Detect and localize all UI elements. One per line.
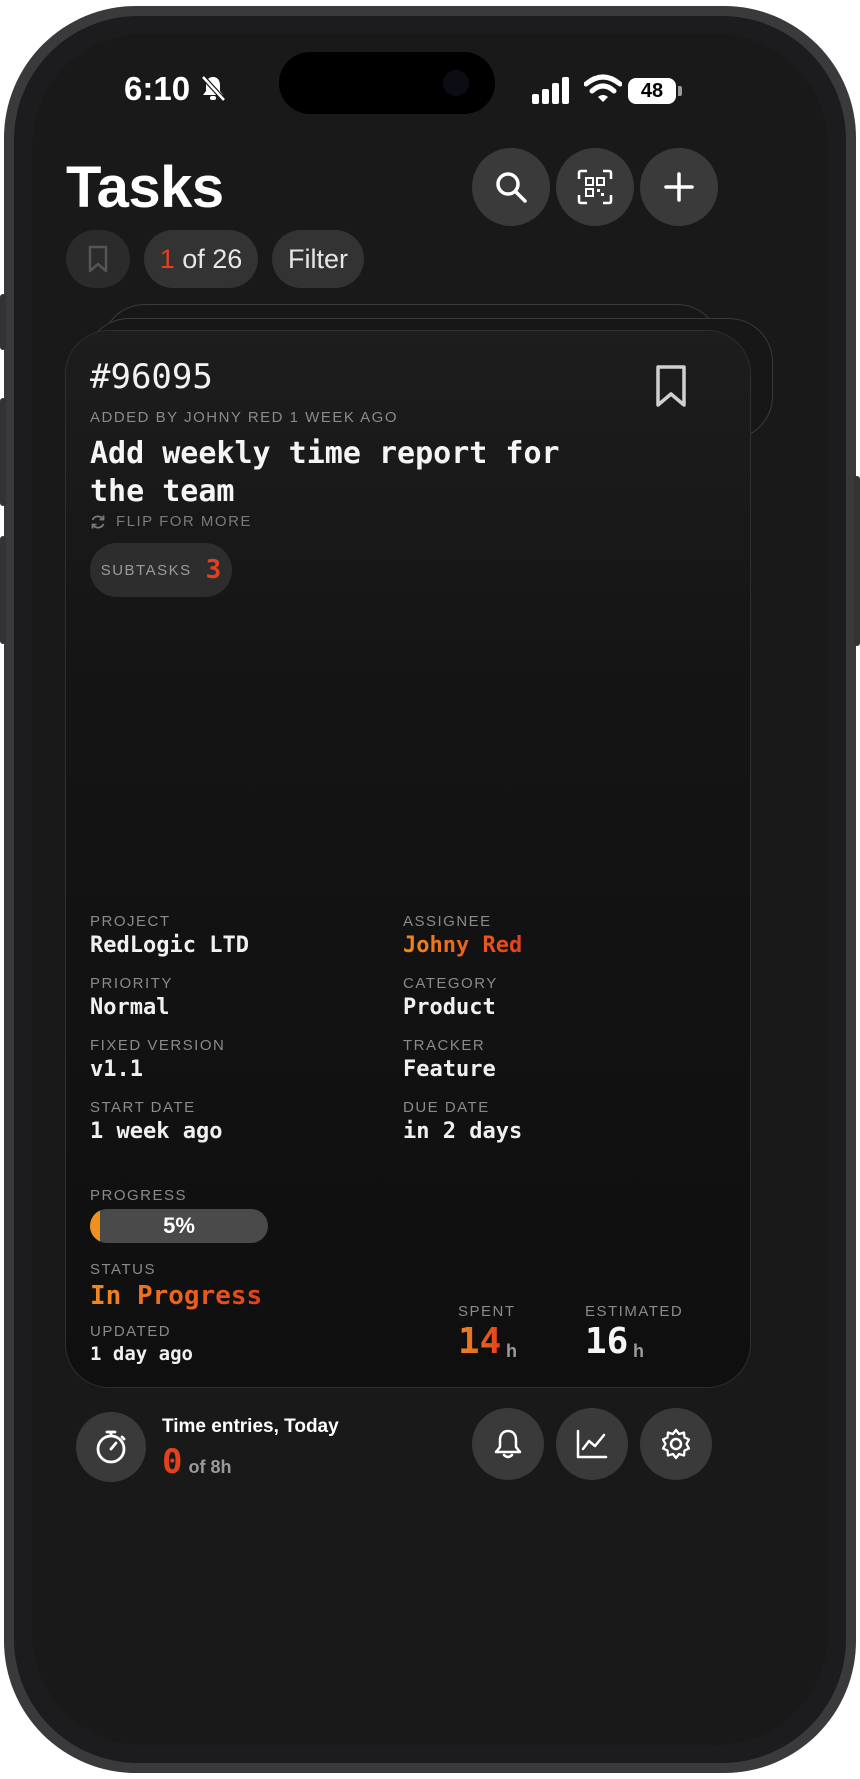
assignee-label: ASSIGNEE xyxy=(403,913,492,930)
timer-button[interactable] xyxy=(76,1412,146,1482)
start-date-value: 1 week ago xyxy=(90,1119,223,1144)
updated-label: UPDATED xyxy=(90,1323,172,1340)
flip-label: FLIP FOR MORE xyxy=(116,513,252,530)
qr-scan-icon xyxy=(577,169,613,205)
time-entries-value: 0 xyxy=(162,1442,183,1482)
notifications-button[interactable] xyxy=(472,1408,544,1480)
time-entries-count: 0 of 8h xyxy=(162,1442,231,1482)
battery-indicator: 48 xyxy=(628,78,682,104)
settings-button[interactable] xyxy=(640,1408,712,1480)
flip-hint[interactable]: FLIP FOR MORE xyxy=(90,513,252,530)
status-time: 6:10 xyxy=(124,70,191,107)
tracker-value: Feature xyxy=(403,1057,496,1082)
priority-label: PRIORITY xyxy=(90,975,173,992)
progress-value: 5% xyxy=(163,1213,195,1238)
task-counter[interactable]: 1 of 26 xyxy=(144,230,258,288)
battery-tip xyxy=(678,86,682,96)
spent-unit: h xyxy=(506,1341,517,1361)
start-date-label: START DATE xyxy=(90,1099,196,1116)
status-label: STATUS xyxy=(90,1261,156,1278)
reports-button[interactable] xyxy=(556,1408,628,1480)
screen: 6:10 48 Tasks 1 of 26 Filter #96095 ADDE… xyxy=(32,34,828,1745)
chart-icon xyxy=(576,1429,608,1459)
subtasks-count: 3 xyxy=(205,555,222,585)
priority-value: Normal xyxy=(90,995,170,1020)
stopwatch-icon xyxy=(96,1430,126,1464)
subtasks-button[interactable]: SUBTASKS 3 xyxy=(90,543,232,597)
estimated-label: ESTIMATED xyxy=(585,1303,684,1320)
add-task-button[interactable] xyxy=(640,148,718,226)
due-date-label: DUE DATE xyxy=(403,1099,490,1116)
bell-off-icon xyxy=(201,75,226,102)
search-icon xyxy=(496,172,527,203)
tracker-label: TRACKER xyxy=(403,1037,486,1054)
time-entries-title: Time entries, Today xyxy=(162,1416,339,1437)
search-button[interactable] xyxy=(472,148,550,226)
phone-frame: 6:10 48 Tasks 1 of 26 Filter #96095 ADDE… xyxy=(0,6,860,1773)
time-entries-total: of 8h xyxy=(188,1457,232,1477)
bell-icon xyxy=(494,1429,522,1459)
estimated-unit: h xyxy=(633,1341,644,1361)
category-label: CATEGORY xyxy=(403,975,498,992)
updated-value: 1 day ago xyxy=(90,1343,193,1365)
project-label: PROJECT xyxy=(90,913,171,930)
progress-label: PROGRESS xyxy=(90,1187,188,1204)
estimated-value: 16 xyxy=(585,1321,629,1362)
subtasks-label: SUBTASKS xyxy=(100,561,192,579)
wifi-icon xyxy=(584,74,622,102)
spent-value: 14 xyxy=(458,1321,502,1362)
task-card[interactable]: #96095 ADDED BY JOHNY RED 1 WEEK AGO Add… xyxy=(65,330,751,1388)
task-id: #96095 xyxy=(90,357,213,397)
filter-button[interactable]: Filter xyxy=(272,230,364,288)
plus-icon xyxy=(664,172,694,202)
bookmark-icon[interactable] xyxy=(654,363,688,409)
battery-level: 48 xyxy=(628,78,676,104)
bookmark-filter-button[interactable] xyxy=(66,230,130,288)
task-title: Add weekly time report for the team xyxy=(90,436,560,509)
dynamic-island xyxy=(279,52,495,114)
counter-current: 1 xyxy=(159,243,175,274)
signal-icon xyxy=(532,77,569,104)
camera-icon xyxy=(443,70,469,96)
side-button xyxy=(854,476,860,646)
task-meta: ADDED BY JOHNY RED 1 WEEK AGO xyxy=(90,409,399,426)
fixed-version-value: v1.1 xyxy=(90,1057,143,1082)
status-value[interactable]: In Progress xyxy=(90,1281,262,1311)
gear-icon xyxy=(661,1428,691,1460)
due-date-value: in 2 days xyxy=(403,1119,523,1144)
page-title: Tasks xyxy=(66,155,224,220)
side-button xyxy=(0,398,6,506)
assignee-value[interactable]: Johny Red xyxy=(403,933,522,958)
category-value: Product xyxy=(403,995,496,1020)
side-button xyxy=(0,536,6,644)
phone-bezel: 6:10 48 Tasks 1 of 26 Filter #96095 ADDE… xyxy=(14,16,846,1763)
refresh-icon xyxy=(91,514,105,529)
project-value: RedLogic LTD xyxy=(90,933,249,958)
fixed-version-label: FIXED VERSION xyxy=(90,1037,226,1054)
counter-total: of 26 xyxy=(174,243,243,274)
progress-bar: 5% xyxy=(90,1209,268,1243)
side-button xyxy=(0,294,6,350)
scan-button[interactable] xyxy=(556,148,634,226)
spent-label: SPENT xyxy=(458,1303,516,1320)
bookmark-icon xyxy=(88,245,108,273)
